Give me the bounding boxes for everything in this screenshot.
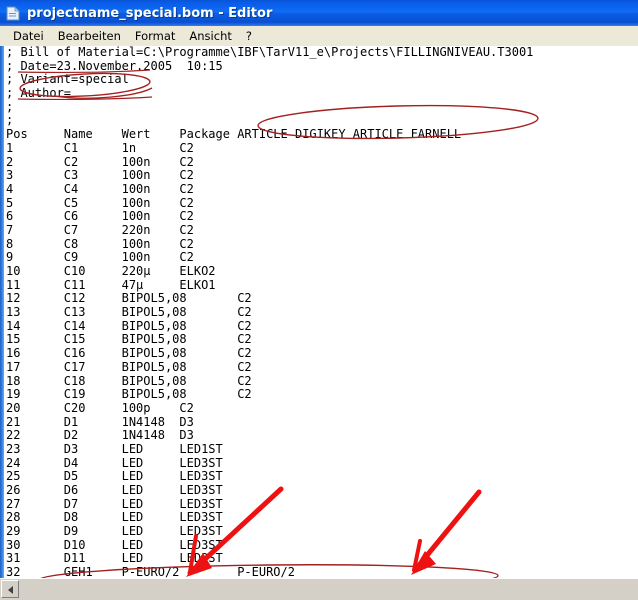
bom-row: 22 D2 1N4148 D3: [6, 428, 194, 443]
bom-row: 15 C15 BIPOL5,08 C2: [6, 332, 252, 347]
bom-row: 9 C9 100n C2: [6, 250, 194, 265]
menu-item-help[interactable]: ?: [239, 28, 259, 44]
scroll-left-button[interactable]: [1, 580, 19, 598]
text-editor-content[interactable]: ; Bill of Material=C:\Programme\IBF\TarV…: [6, 46, 638, 578]
comment-line: ;: [6, 113, 14, 128]
comment-line: ;: [6, 99, 14, 114]
bom-row: 28 D8 LED LED3ST: [6, 510, 223, 525]
window-left-edge: [0, 46, 4, 578]
bom-row: 6 C6 100n C2: [6, 209, 194, 224]
bom-row: 19 C19 BIPOL5,08 C2: [6, 387, 252, 402]
bom-column-header: Pos Name Wert Package ARTICLE DIGIKEY AR…: [6, 127, 462, 142]
bom-row: 16 C16 BIPOL5,08 C2: [6, 346, 252, 361]
menu-bar: Datei Bearbeiten Format Ansicht ?: [0, 26, 638, 46]
horizontal-scrollbar[interactable]: [0, 578, 638, 600]
bom-row: 13 C13 BIPOL5,08 C2: [6, 305, 252, 320]
bom-row: 27 D7 LED LED3ST: [6, 496, 223, 511]
notepad-document-icon: [5, 6, 21, 21]
left-arrow-icon: [8, 586, 13, 594]
bom-row: 17 C17 BIPOL5,08 C2: [6, 359, 252, 374]
bom-row: 30 D10 LED LED3ST: [6, 537, 223, 552]
bom-row: 7 C7 220n C2: [6, 222, 194, 237]
bom-row: 8 C8 100n C2: [6, 236, 194, 251]
bom-row: 23 D3 LED LED1ST: [6, 441, 223, 456]
bom-row: 32 GEH1 P-EURO/2 P-EURO/2: [6, 565, 295, 578]
comment-line: ; Date=23.November.2005 10:15: [6, 58, 223, 73]
menu-item-format[interactable]: Format: [128, 28, 183, 44]
bom-row: 4 C4 100n C2: [6, 181, 194, 196]
menu-item-bearbeiten[interactable]: Bearbeiten: [51, 28, 128, 44]
bom-row: 26 D6 LED LED3ST: [6, 483, 223, 497]
bom-row: 20 C20 100p C2: [6, 400, 194, 415]
bom-rows: 1 C1 1n C2 2 C2 100n C2 3 C3 100n C2 4 C4 1…: [6, 140, 638, 578]
comment-line: ; Author=: [6, 86, 72, 101]
bom-row: 18 C18 BIPOL5,08 C2: [6, 373, 252, 388]
bom-row: 12 C12 BIPOL5,08 C2: [6, 291, 252, 306]
bom-row: 21 D1 1N4148 D3: [6, 414, 194, 429]
bom-row: 29 D9 LED LED3ST: [6, 524, 223, 539]
bom-row: 14 C14 BIPOL5,08 C2: [6, 318, 252, 333]
bom-row: 10 C10 220µ ELKO2: [6, 264, 216, 278]
bom-row: 2 C2 100n C2: [6, 154, 194, 169]
comment-line: ; Variant=special: [6, 72, 129, 87]
bom-row: 25 D5 LED LED3ST: [6, 469, 223, 484]
menu-item-datei[interactable]: Datei: [6, 28, 51, 44]
bom-row: 1 C1 1n C2: [6, 140, 194, 155]
editor-window: projectname_special.bom - Editor Datei B…: [0, 0, 638, 600]
comment-line: ; Bill of Material=C:\Programme\IBF\TarV…: [6, 46, 534, 59]
bom-row: 31 D11 LED LED3ST: [6, 551, 223, 566]
bom-row: 5 C5 100n C2: [6, 195, 194, 210]
bom-row: 3 C3 100n C2: [6, 168, 194, 183]
window-title: projectname_special.bom - Editor: [27, 5, 273, 21]
bom-row: 24 D4 LED LED3ST: [6, 455, 223, 470]
bom-row: 11 C11 47µ ELKO1: [6, 277, 216, 292]
window-titlebar[interactable]: projectname_special.bom - Editor: [0, 0, 638, 26]
menu-item-ansicht[interactable]: Ansicht: [182, 28, 238, 44]
